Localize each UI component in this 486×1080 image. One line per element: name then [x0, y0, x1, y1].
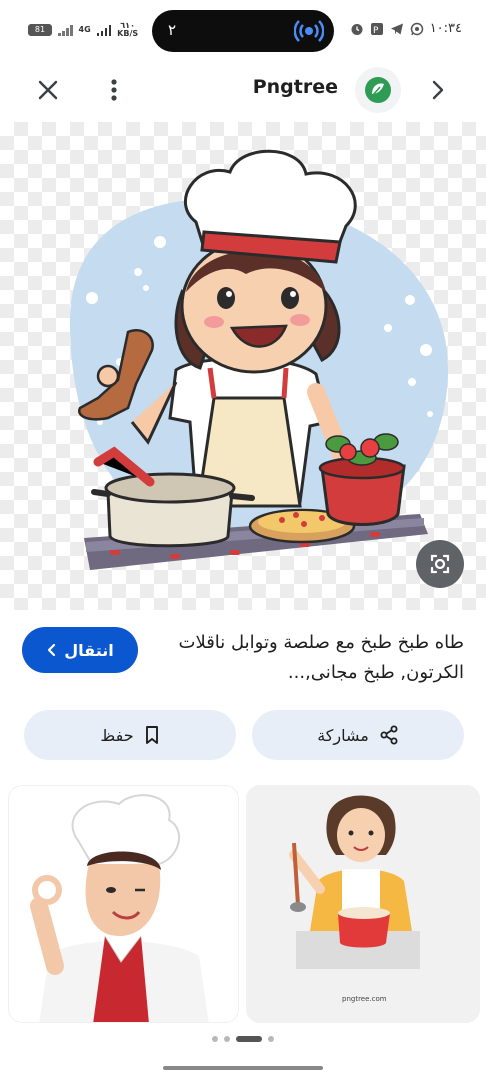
- visit-label: انتقال: [64, 640, 114, 660]
- status-left: 81 4G ٦١٠ KB/S: [28, 22, 138, 38]
- chevron-left-icon: [48, 643, 56, 657]
- site-logo[interactable]: [355, 67, 401, 113]
- home-indicator[interactable]: [163, 1066, 323, 1070]
- app-bar: Pngtree: [0, 62, 486, 118]
- chevron-right-icon[interactable]: [424, 76, 452, 104]
- broadcast-icon: [294, 20, 324, 42]
- clock: ١٠:٣٤: [429, 21, 462, 36]
- google-lens-icon: [430, 554, 450, 574]
- pager-dot-active: [236, 1036, 262, 1042]
- close-icon[interactable]: [34, 76, 62, 104]
- network-type: 4G: [78, 25, 91, 34]
- pager-dots: [0, 1036, 486, 1042]
- chef-woman-thumbnail: [30, 794, 209, 1022]
- alarm-icon: [351, 23, 363, 35]
- battery-level: 81: [34, 25, 46, 34]
- bookmark-icon: [145, 726, 158, 744]
- signal-icon: [58, 24, 73, 36]
- pager-dot: [212, 1036, 218, 1042]
- thumbnail-caption: pngtree.com: [342, 995, 387, 1003]
- speed-unit: KB/S: [117, 29, 139, 38]
- telegram-icon: [390, 23, 403, 34]
- nfc-icon: P: [370, 22, 383, 36]
- pager-dot: [224, 1036, 230, 1042]
- signal-icon-2: [96, 24, 112, 36]
- save-button[interactable]: حفظ: [24, 710, 236, 760]
- svg-text:P: P: [373, 26, 379, 36]
- pill-number: ٢: [168, 21, 177, 39]
- share-icon: [380, 725, 398, 745]
- data-speed: ٦١٠ KB/S: [117, 22, 138, 38]
- more-vert-icon[interactable]: [100, 76, 128, 104]
- dynamic-island[interactable]: ٢: [152, 10, 334, 52]
- pngtree-logo-icon: [365, 77, 391, 103]
- girl-cooking-thumbnail: [246, 785, 480, 1023]
- site-name[interactable]: Pngtree: [253, 76, 338, 98]
- main-image[interactable]: [0, 122, 486, 610]
- share-button[interactable]: مشاركة: [252, 710, 464, 760]
- status-right: P ١٠:٣٤: [350, 21, 462, 36]
- lens-button[interactable]: [416, 540, 464, 588]
- save-label: حفظ: [100, 725, 134, 745]
- visit-button[interactable]: انتقال: [22, 627, 138, 673]
- result-title[interactable]: طاه طبخ طبخ مع صلصة وتوابل ناقلات الكرتو…: [174, 628, 464, 688]
- battery-icon: 81: [28, 24, 52, 36]
- status-bar: 81 4G ٦١٠ KB/S ٢ P ١٠:٣٤: [0, 0, 486, 62]
- share-label: مشاركة: [317, 725, 369, 745]
- network-indicator: 4G: [79, 26, 91, 34]
- related-image-1[interactable]: [8, 785, 239, 1023]
- related-image-2[interactable]: pngtree.com: [246, 785, 480, 1023]
- pager-dot: [268, 1036, 274, 1042]
- whatsapp-icon: [410, 22, 423, 35]
- chef-girl-illustration: [70, 149, 449, 570]
